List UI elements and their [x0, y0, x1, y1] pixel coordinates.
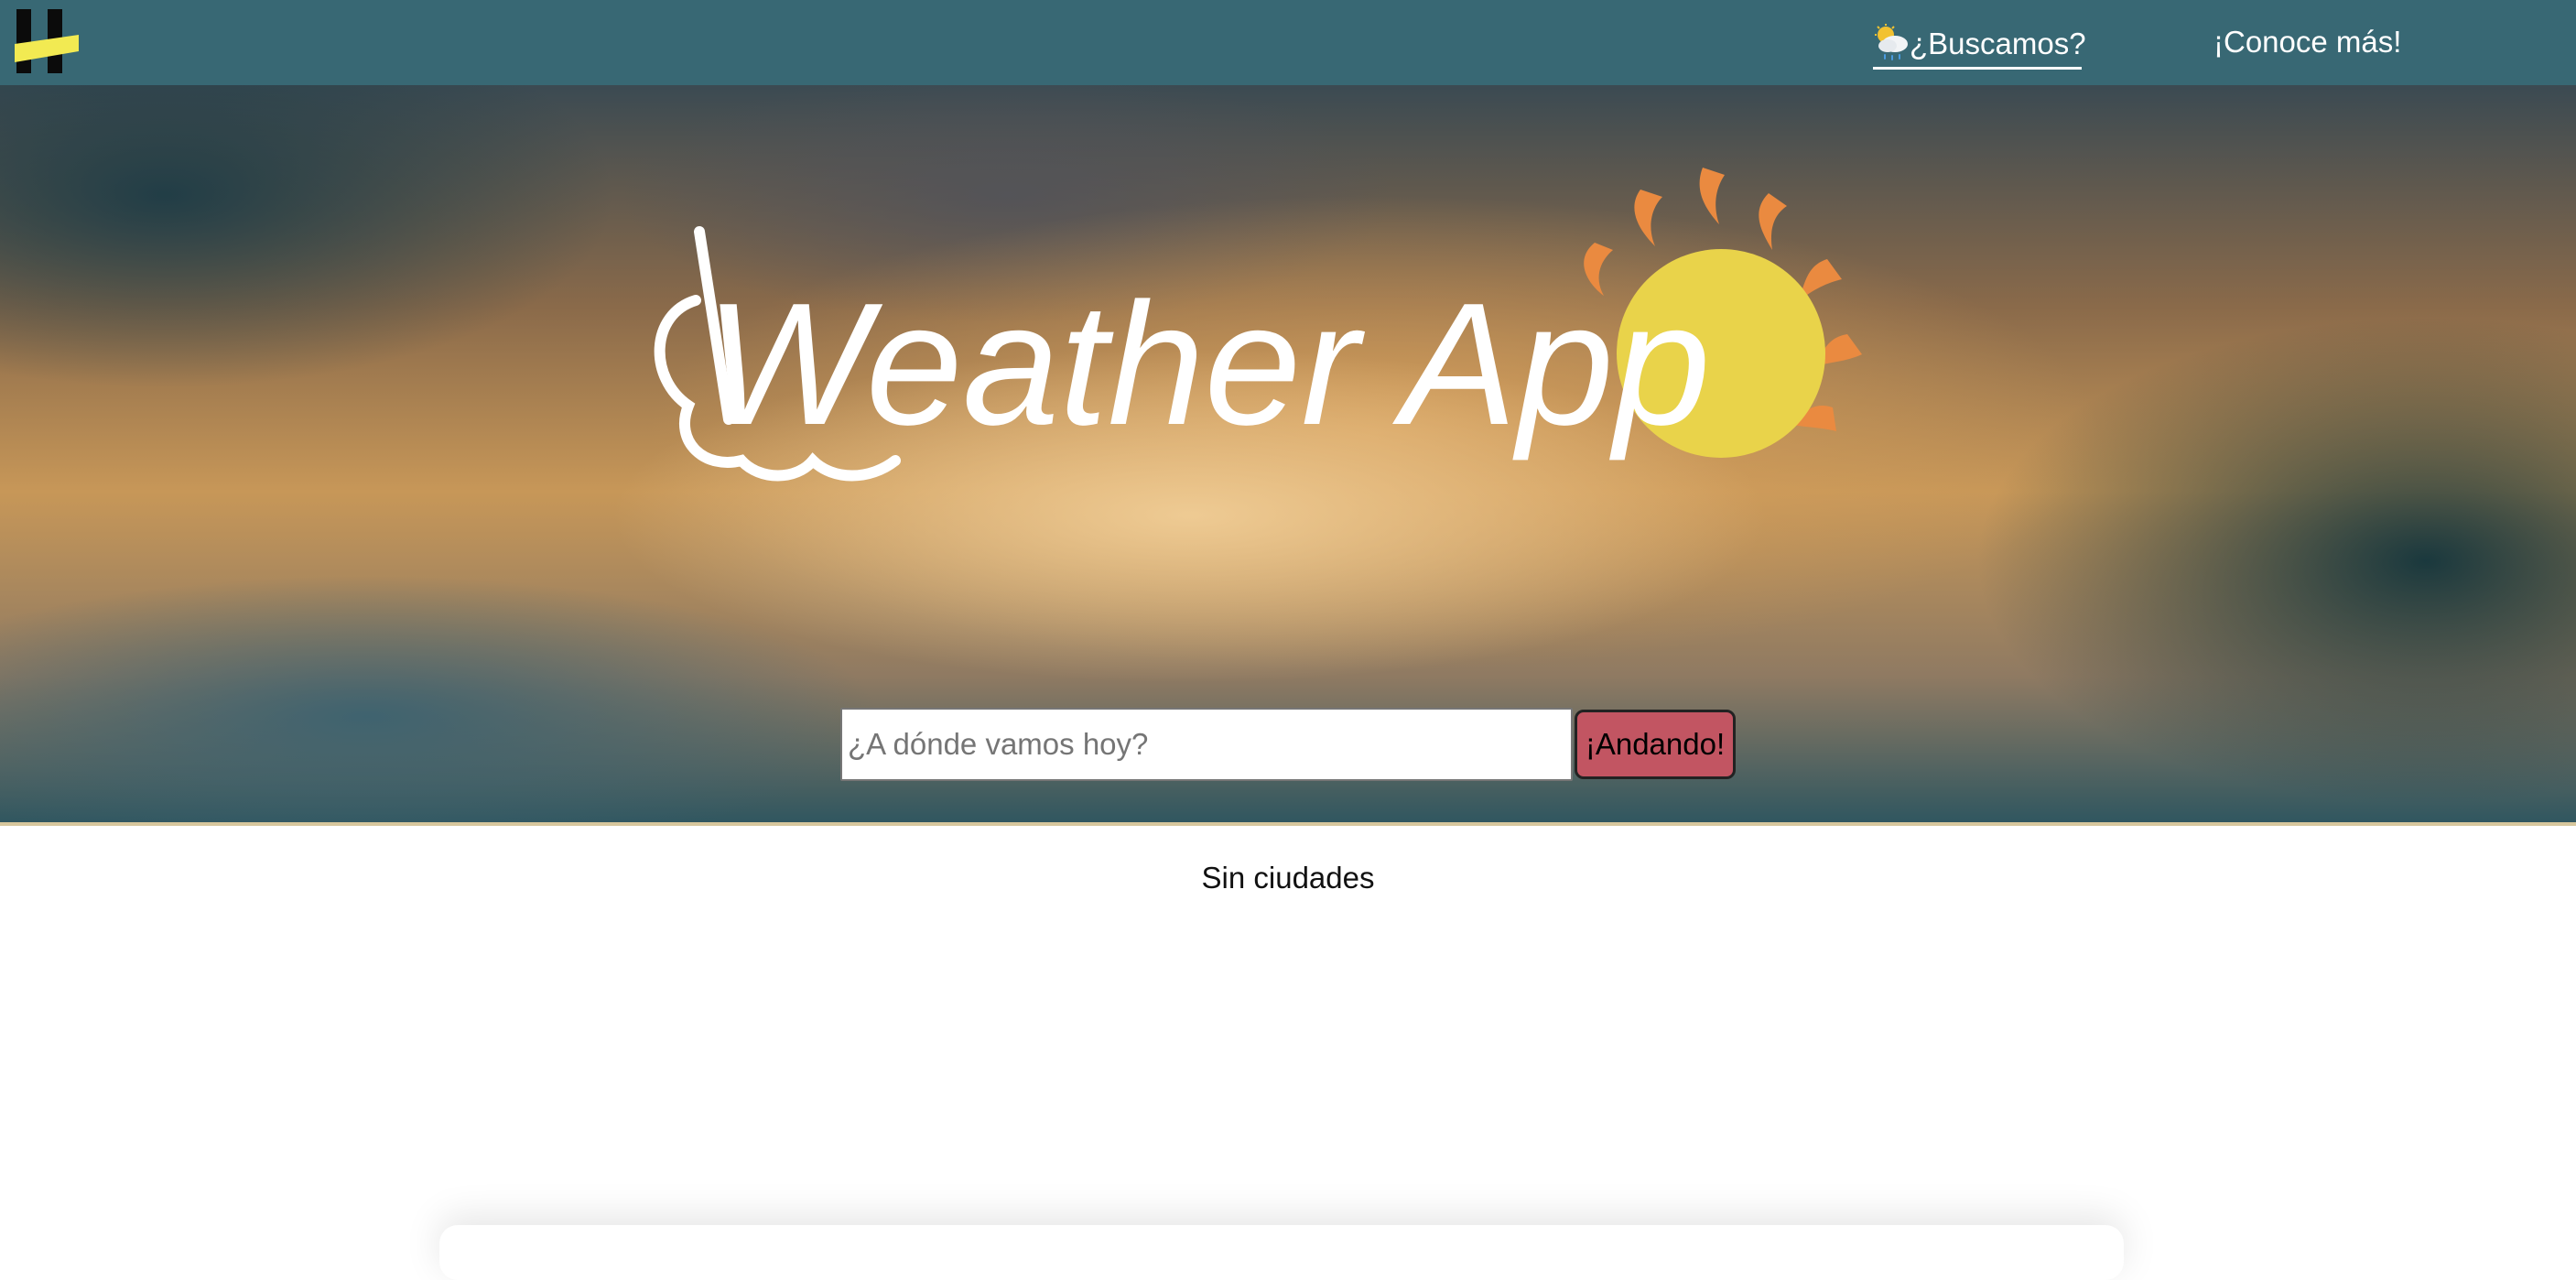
hero-title: Weather App [705, 267, 1710, 461]
hero-divider [0, 822, 2576, 826]
nav-link-search[interactable]: ¿Buscamos? [1873, 20, 2086, 70]
nav-link-about[interactable]: ¡Conoce más! [2213, 20, 2401, 70]
top-navbar: ¿Buscamos? ¡Conoce más! [0, 0, 2576, 85]
henry-logo-icon[interactable] [15, 9, 81, 73]
no-cities-message: Sin ciudades [1201, 861, 1375, 895]
city-search-input[interactable] [840, 708, 1573, 781]
nav-link-search-label: ¿Buscamos? [1910, 26, 2086, 60]
weather-app-logo: Weather App [654, 168, 1862, 482]
footer-card [439, 1225, 2124, 1280]
search-submit-button[interactable]: ¡Andando! [1575, 710, 1736, 779]
hero-banner: Weather App ¡Andando! [0, 85, 2576, 824]
sun-cloud-rain-icon [1873, 23, 1910, 64]
